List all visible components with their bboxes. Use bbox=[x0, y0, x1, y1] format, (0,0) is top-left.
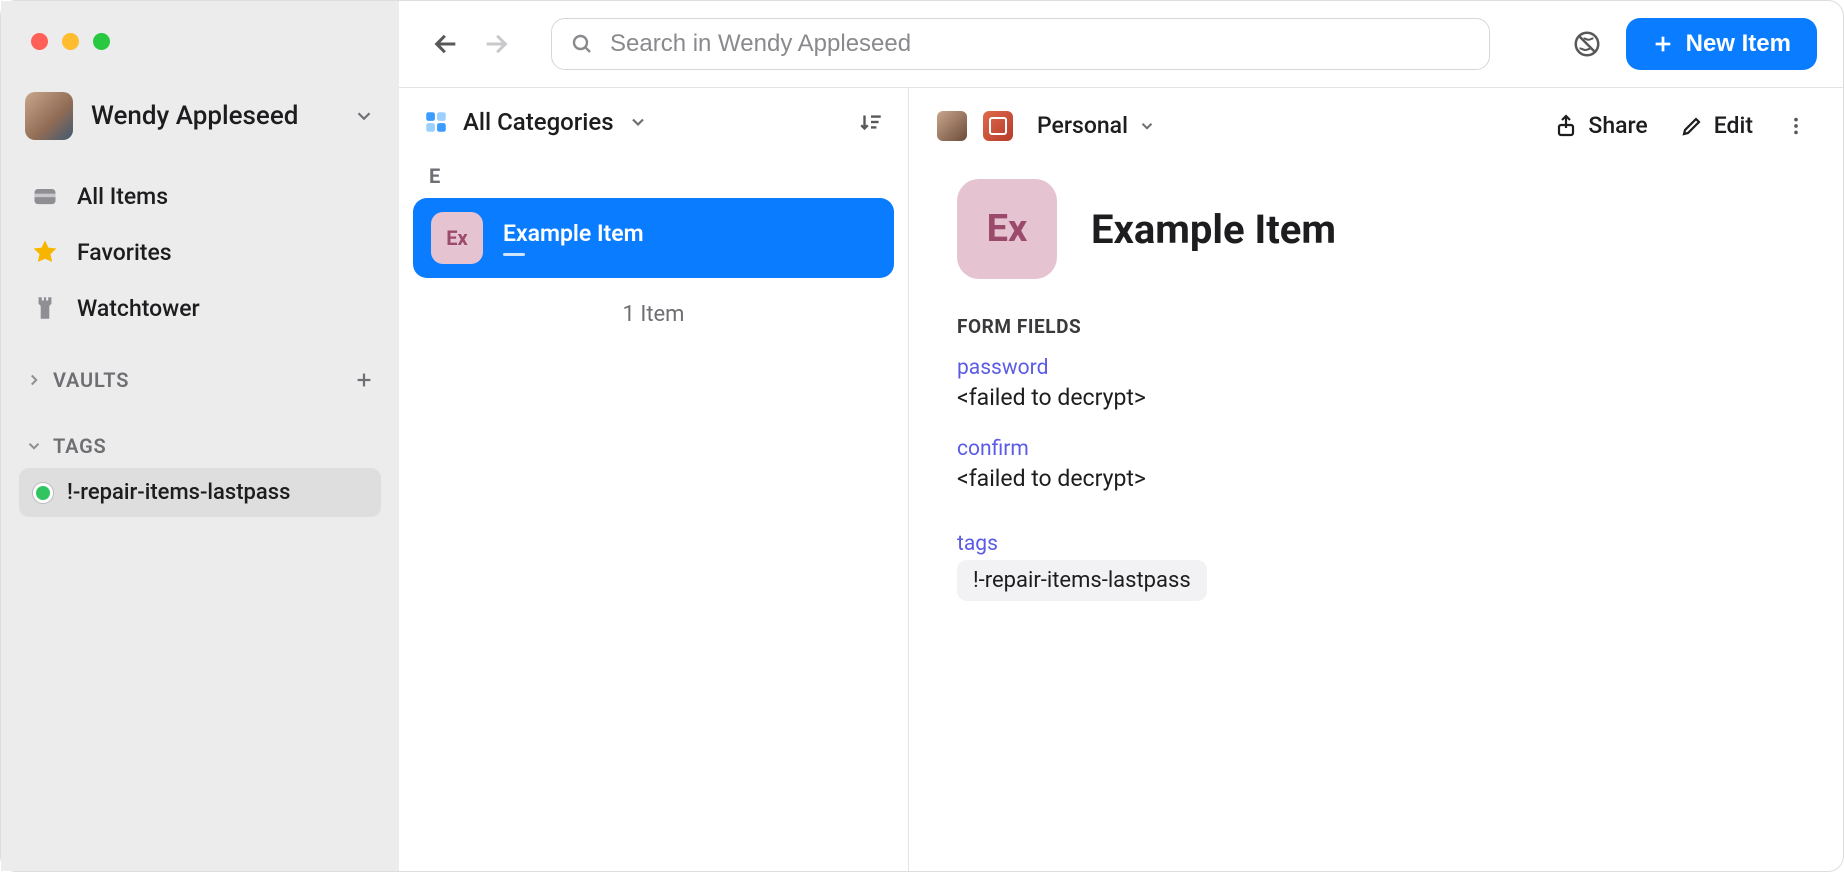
tags-section-header[interactable]: TAGS bbox=[19, 424, 381, 468]
sidebar-tag-item[interactable]: !-repair-items-lastpass bbox=[19, 468, 381, 517]
watchtower-icon bbox=[29, 292, 61, 324]
share-button[interactable]: Share bbox=[1546, 106, 1655, 145]
search-input[interactable] bbox=[608, 29, 1471, 59]
sidebar-item-label: Favorites bbox=[77, 239, 172, 266]
field-tags: tags !-repair-items-lastpass bbox=[957, 532, 1795, 601]
new-item-button[interactable]: New Item bbox=[1626, 18, 1817, 70]
sidebar: Wendy Appleseed All Items Favorites bbox=[1, 1, 399, 871]
form-fields-header: FORM FIELDS bbox=[957, 315, 1795, 338]
item-list-pane: All Categories E Ex Example Item bbox=[399, 88, 909, 871]
account-name: Wendy Appleseed bbox=[91, 101, 298, 131]
share-label: Share bbox=[1588, 112, 1647, 139]
forward-button[interactable] bbox=[475, 23, 517, 65]
tag-pill[interactable]: !-repair-items-lastpass bbox=[957, 560, 1207, 601]
chevron-right-icon bbox=[25, 371, 43, 389]
vault-picker[interactable]: Personal bbox=[1029, 106, 1164, 145]
vaults-section-header[interactable]: VAULTS bbox=[19, 358, 381, 402]
detail-toolbar: Personal Share Edit bbox=[909, 88, 1843, 163]
chevron-down-icon bbox=[628, 112, 648, 132]
field-value: <failed to decrypt> bbox=[957, 465, 1795, 492]
search-field[interactable] bbox=[551, 18, 1490, 70]
share-icon bbox=[1554, 114, 1578, 138]
item-badge: Ex bbox=[431, 212, 483, 264]
item-subtitle-placeholder bbox=[503, 253, 525, 256]
vault-name: Personal bbox=[1037, 112, 1128, 139]
sidebar-item-label: All Items bbox=[77, 183, 168, 210]
vaults-header-label: VAULTS bbox=[53, 368, 129, 392]
sort-button[interactable] bbox=[858, 109, 884, 135]
field-value: <failed to decrypt> bbox=[957, 384, 1795, 411]
kebab-icon bbox=[1785, 115, 1807, 137]
item-row[interactable]: Ex Example Item bbox=[413, 198, 894, 278]
chevron-down-icon bbox=[25, 437, 43, 455]
field-label: tags bbox=[957, 532, 1795, 556]
zoom-window-button[interactable] bbox=[93, 33, 110, 50]
field-label: password bbox=[957, 356, 1795, 380]
add-vault-button[interactable] bbox=[353, 369, 375, 391]
edit-button[interactable]: Edit bbox=[1672, 106, 1761, 145]
detail-item-title: Example Item bbox=[1091, 206, 1336, 253]
sidebar-nav: All Items Favorites Watchtower bbox=[19, 166, 381, 358]
toolbar: New Item bbox=[399, 1, 1843, 88]
minimize-window-button[interactable] bbox=[62, 33, 79, 50]
sidebar-item-watchtower[interactable]: Watchtower bbox=[19, 282, 381, 334]
item-title: Example Item bbox=[503, 220, 644, 247]
back-button[interactable] bbox=[425, 23, 467, 65]
detail-item-badge: Ex bbox=[957, 179, 1057, 279]
sidebar-item-label: Watchtower bbox=[77, 295, 200, 322]
field-confirm[interactable]: confirm <failed to decrypt> bbox=[957, 437, 1795, 492]
field-password[interactable]: password <failed to decrypt> bbox=[957, 356, 1795, 411]
search-icon bbox=[570, 32, 594, 56]
wallet-icon bbox=[29, 180, 61, 212]
edit-label: Edit bbox=[1714, 112, 1753, 139]
category-label: All Categories bbox=[463, 108, 614, 136]
account-avatar bbox=[25, 92, 73, 140]
tag-label: !-repair-items-lastpass bbox=[67, 480, 290, 505]
list-group-letter: E bbox=[399, 156, 908, 194]
field-label: confirm bbox=[957, 437, 1795, 461]
sidebar-item-favorites[interactable]: Favorites bbox=[19, 226, 381, 278]
watchtower-status-icon[interactable] bbox=[1566, 23, 1608, 65]
window-controls bbox=[19, 1, 381, 74]
vault-icon bbox=[983, 111, 1013, 141]
pencil-icon bbox=[1680, 114, 1704, 138]
sidebar-item-all-items[interactable]: All Items bbox=[19, 170, 381, 222]
item-count: 1 Item bbox=[399, 282, 908, 347]
plus-icon bbox=[1652, 33, 1674, 55]
close-window-button[interactable] bbox=[31, 33, 48, 50]
detail-pane: Personal Share Edit bbox=[909, 88, 1843, 871]
categories-icon bbox=[423, 109, 449, 135]
account-switcher[interactable]: Wendy Appleseed bbox=[19, 74, 381, 166]
new-item-label: New Item bbox=[1686, 30, 1791, 58]
category-filter[interactable]: All Categories bbox=[399, 88, 908, 156]
star-icon bbox=[29, 236, 61, 268]
tag-color-dot bbox=[33, 483, 53, 503]
tags-header-label: TAGS bbox=[53, 434, 107, 458]
chevron-down-icon bbox=[353, 105, 375, 127]
more-button[interactable] bbox=[1777, 109, 1815, 143]
owner-avatar bbox=[937, 111, 967, 141]
